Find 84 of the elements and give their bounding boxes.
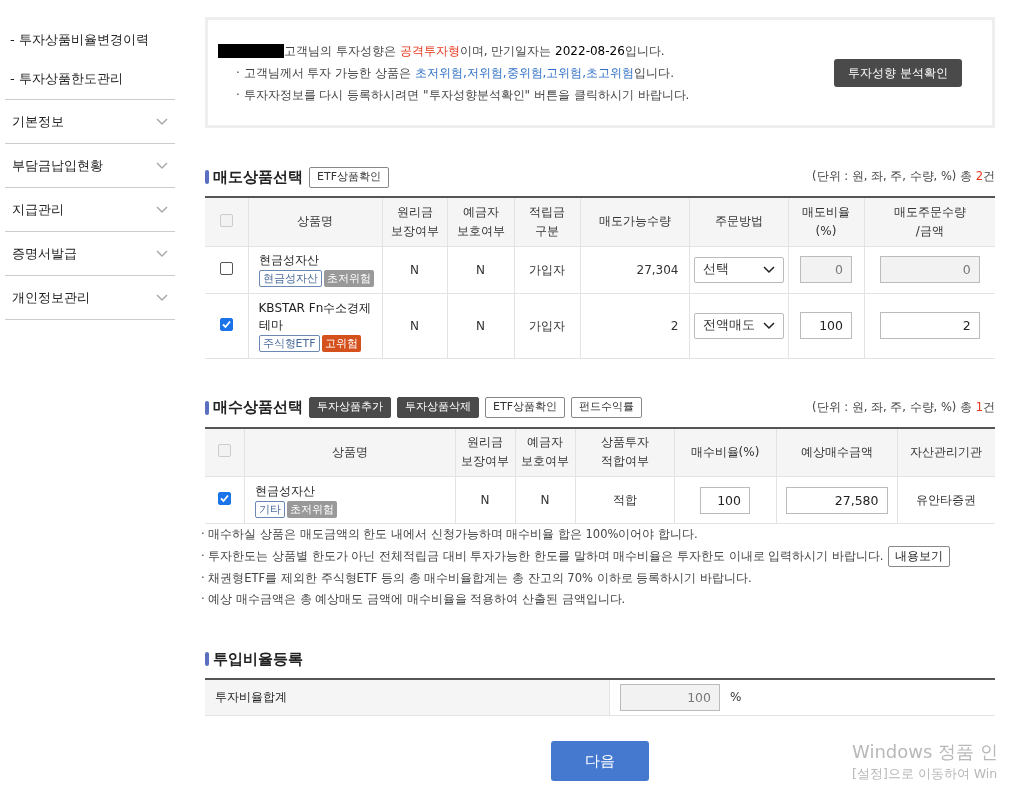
chevron-down-icon	[156, 205, 168, 214]
category-tag: 기타	[254, 500, 285, 518]
category-tag: 현금성자산	[258, 270, 322, 287]
field-label: 투자비율합계	[215, 689, 287, 707]
column-header: 자산관리기관	[910, 444, 983, 459]
table-cell: N	[476, 262, 485, 277]
table-cell: 유안타증권	[916, 493, 977, 507]
toolbar-button[interactable]: 투자상품추가	[309, 397, 391, 418]
notice-text: · 채권형ETF를 제외한 주식형ETF 등의 총 매수비율합계는 총 잔고의 70% 이하로 등록하시기 바랍니다.	[201, 570, 752, 588]
buy-ratio-field[interactable]: 100	[700, 486, 750, 514]
unit-label: %	[730, 689, 742, 707]
column-header: 예금자 보호여부	[456, 204, 505, 238]
table-cell: N	[410, 262, 419, 277]
table-cell: 가입자	[529, 318, 565, 333]
risk-tag: 초저위험	[286, 500, 337, 518]
table-cell: N	[540, 493, 550, 507]
sidebar-menu-item[interactable]: 개인정보관리	[5, 276, 175, 320]
sidebar-menu-item[interactable]: 지급관리	[5, 188, 175, 232]
section-title: 매도상품선택	[213, 166, 303, 188]
checkbox[interactable]	[217, 492, 231, 505]
product-name: KBSTAR Fn수소경제테마	[258, 299, 373, 334]
category-tag: 주식형ETF	[258, 334, 320, 352]
risk-tag: 고위험	[321, 334, 361, 352]
view-details-button[interactable]: 내용보기	[887, 546, 950, 568]
table-cell: 가입자	[529, 262, 565, 277]
sell-amount-field[interactable]: 2	[879, 312, 980, 339]
column-header: 매도비율 (%)	[802, 204, 850, 238]
column-header: 매도가능수량	[598, 214, 671, 229]
checkbox[interactable]	[219, 317, 233, 331]
activation-notice-text: Windows 정품 인	[852, 740, 998, 764]
info-text: · 고객님께서 투자 가능한 상품은 초저위험,저위험,중위험,고위험,초고위험 입니다.	[236, 64, 674, 82]
column-header: 원리금 보장여부	[461, 435, 509, 469]
product-name: 현금성자산	[254, 482, 316, 500]
caret-icon	[762, 265, 775, 274]
section-marker	[205, 651, 209, 666]
column-header: 적립금 구분	[529, 204, 565, 238]
sell-ratio-field[interactable]: 100	[800, 312, 852, 339]
toolbar-button[interactable]: ETF상품확인	[485, 397, 565, 418]
risk-tag: 초저위험	[323, 270, 374, 287]
table-cell: 27,304	[636, 262, 679, 277]
section-marker	[205, 170, 209, 184]
section-title: 투입비율등록	[213, 648, 303, 670]
column-header: 상품투자 적합여부	[600, 435, 649, 469]
column-header: 매수비율(%)	[690, 444, 760, 459]
section-marker	[205, 400, 209, 415]
column-header: 예금자 보호여부	[521, 435, 569, 469]
submenu-link[interactable]: - 투자상품비율변경이력	[5, 20, 175, 59]
submenu-link[interactable]: - 투자상품한도관리	[5, 59, 175, 98]
table-cell: 적합	[612, 493, 637, 507]
column-header: 상품명	[331, 444, 368, 459]
notice-text: · 투자한도는 상품별 한도가 아닌 전체적립금 대비 투자가능한 한도를 말하며 매수비율은 투자한도 이내로 입력하시기 바랍니다.	[201, 548, 884, 566]
section-title: 매수상품선택	[213, 397, 303, 419]
column-header: 주문방법	[714, 214, 763, 229]
toolbar-button[interactable]: 투자상품삭제	[397, 397, 479, 418]
table-cell: N	[410, 318, 419, 333]
notice-text: · 예상 매수금액은 총 예상매도 금액에 매수비율을 적용하여 산출된 금액입니다.	[201, 590, 626, 608]
unit-note: (단위 : 원, 좌, 주, 수량, %) 총 1건	[812, 398, 995, 416]
chevron-down-icon	[156, 117, 168, 126]
table-cell: N	[476, 318, 485, 333]
buy-amount-field[interactable]: 27,580	[785, 486, 888, 514]
toolbar-button[interactable]: 펀드수익률	[571, 397, 642, 418]
analysis-button[interactable]: 투자성향 분석확인	[834, 58, 962, 87]
column-header: 예상매수금액	[800, 444, 873, 459]
table-cell: N	[480, 493, 490, 507]
column-header: 원리금 보장여부	[390, 204, 439, 238]
notice-text: · 매수하실 상품은 매도금액의 한도 내에서 신청가능하며 매수비율 합은 100%이어야 합니다.	[201, 526, 698, 543]
sidebar-menu-item[interactable]: 부담금납입현황	[5, 144, 175, 188]
toolbar-button[interactable]: ETF상품확인	[309, 166, 389, 188]
caret-icon	[762, 321, 775, 330]
chevron-down-icon	[156, 161, 168, 170]
next-button[interactable]: 다음	[551, 740, 649, 781]
chevron-down-icon	[156, 249, 168, 258]
order-method-select[interactable]: 전액매도	[693, 312, 784, 339]
column-header: 상품명	[297, 214, 333, 229]
sidebar-menu-item[interactable]: 기본정보	[5, 100, 175, 144]
table-cell: 2	[670, 318, 679, 333]
chevron-down-icon	[156, 293, 168, 302]
info-text: · 투자자정보를 다시 등록하시려면 "투자성향분석확인" 버튼을 클릭하시기 바랍니다.	[236, 86, 690, 104]
product-name: 현금성자산	[258, 252, 320, 269]
info-text: 고객님의 투자성향은 공격투자형 이며, 만기일자는 2022-08-26입니다.	[284, 42, 665, 60]
column-header: 매도주문수량 /금액	[893, 204, 966, 238]
activation-notice-text: [설정]으로 이동하여 Win	[852, 765, 998, 783]
sidebar-menu-item[interactable]: 증명서발급	[5, 232, 175, 276]
unit-note: (단위 : 원, 좌, 주, 수량, %) 총 2건	[812, 168, 995, 186]
